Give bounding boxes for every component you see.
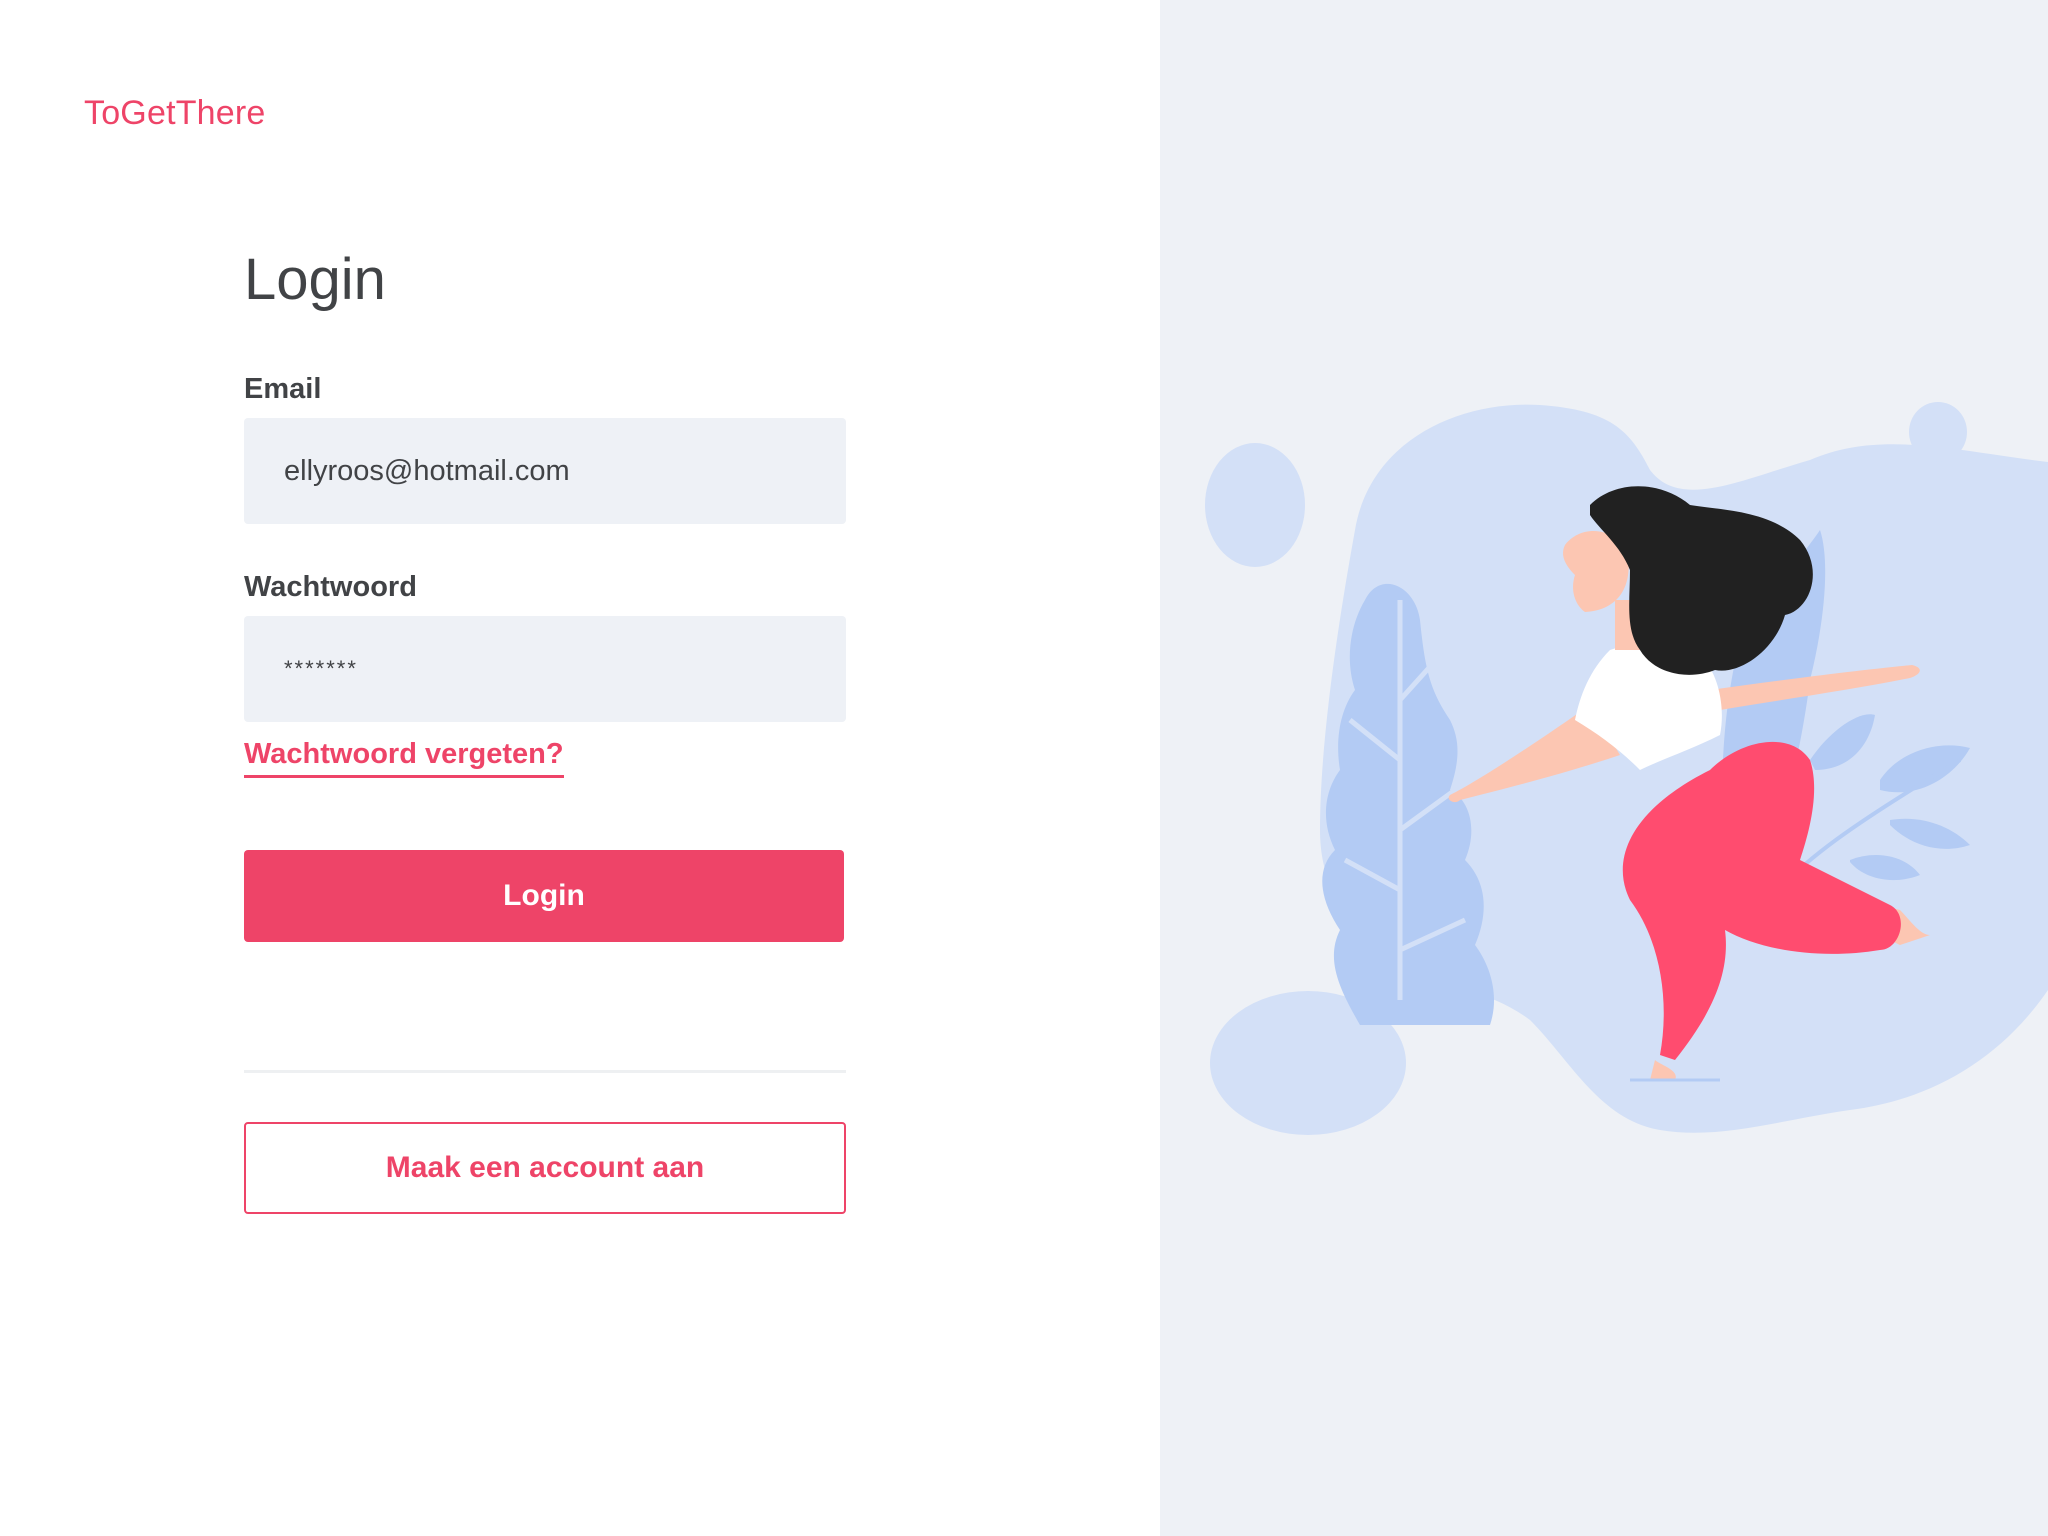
login-panel: ToGetThere Login Email Wachtwoord Wachtw… <box>0 0 1160 1536</box>
brand-logo[interactable]: ToGetThere <box>84 94 266 133</box>
bubble-top-right <box>1909 402 1967 462</box>
page-title: Login <box>244 247 386 312</box>
create-account-button[interactable]: Maak een account aan <box>244 1122 846 1214</box>
password-label: Wachtwoord <box>244 571 417 603</box>
email-field[interactable] <box>244 418 846 524</box>
forgot-password-link[interactable]: Wachtwoord vergeten? <box>244 738 564 778</box>
woman-running-illustration <box>1205 402 2048 1135</box>
email-label: Email <box>244 373 322 405</box>
password-field[interactable] <box>244 616 846 722</box>
bubble-left <box>1205 443 1305 567</box>
login-button[interactable]: Login <box>244 850 844 942</box>
divider <box>244 1070 846 1073</box>
illustration-panel <box>1160 0 2048 1536</box>
